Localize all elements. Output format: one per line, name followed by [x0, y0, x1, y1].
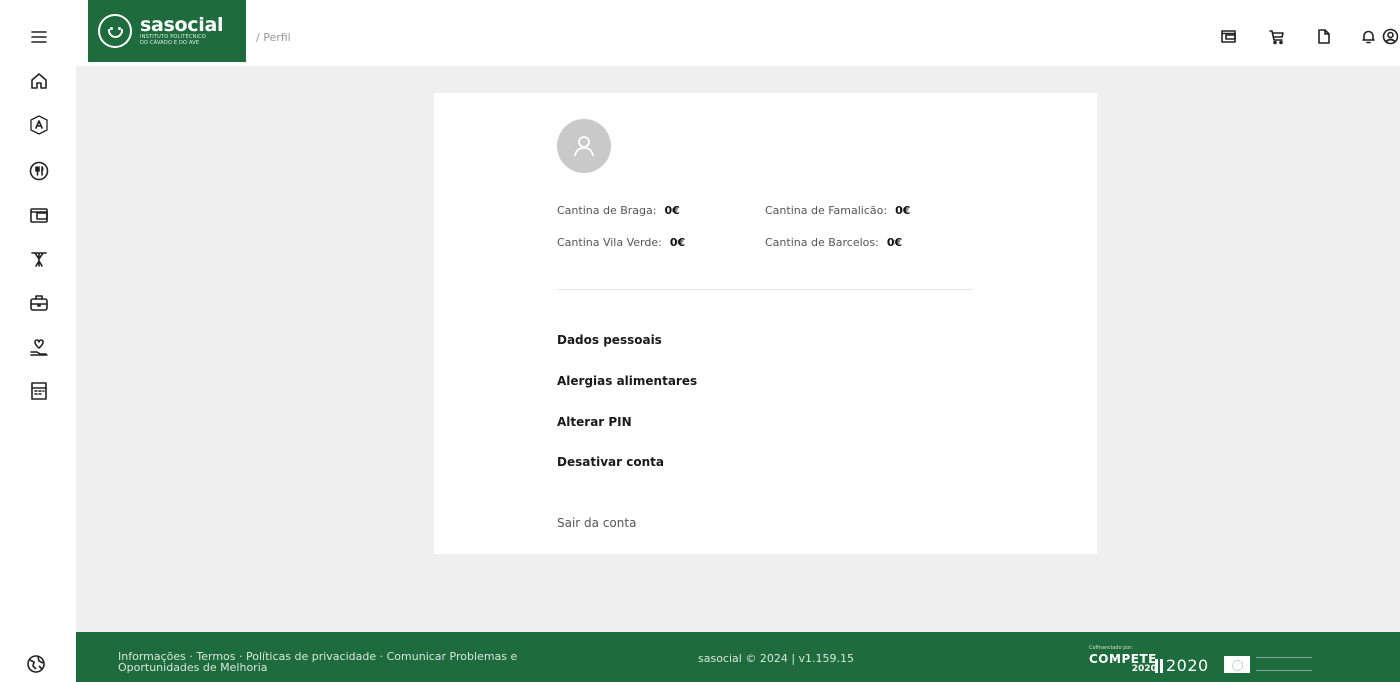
portugal-flag-icon	[1155, 659, 1163, 673]
brand-subtitle-2: DO CÁVADO E DO AVE	[140, 40, 200, 46]
sidebar	[0, 0, 76, 682]
eu-fund-text	[1256, 657, 1312, 671]
funded-by-label: Cofinanciado por:	[1089, 645, 1134, 651]
balance-value: 0€	[886, 236, 903, 249]
wallet-icon[interactable]	[28, 204, 50, 226]
logout-link[interactable]: Sair da conta	[557, 516, 636, 530]
menu-personal-data[interactable]: Dados pessoais	[557, 333, 662, 347]
header-wallet-icon[interactable]	[1220, 28, 1237, 49]
balance-label: Cantina de Barcelos:	[765, 236, 879, 249]
top-header: sasocial INSTITUTO POLITÉCNICO DO CÁVADO…	[76, 0, 1400, 66]
globe-icon[interactable]	[26, 654, 46, 674]
home-icon[interactable]	[28, 70, 50, 92]
balance-famalicao: Cantina de Famalicão: 0€	[765, 204, 910, 217]
food-icon[interactable]	[28, 160, 50, 182]
balance-value: 0€	[895, 204, 911, 217]
compete-logo: COMPETE 2020	[1089, 653, 1157, 674]
portugal2020-logo: 2020	[1155, 656, 1209, 675]
copyright: sasocial © 2024 | v1.159.15	[698, 652, 855, 665]
menu-food-allergies[interactable]: Alergias alimentares	[557, 374, 697, 388]
brand-name: sasocial	[140, 14, 224, 36]
mobility-icon[interactable]	[28, 248, 50, 270]
smiley-logo-icon	[98, 14, 132, 48]
avatar[interactable]	[557, 119, 611, 173]
menu-deactivate-account[interactable]: Desativar conta	[557, 455, 664, 469]
balance-value: 0€	[669, 236, 686, 249]
menu-icon[interactable]	[28, 26, 50, 48]
footer-links: Informações · Termos · Políticas de priv…	[118, 651, 538, 673]
balance-braga: Cantina de Braga: 0€	[557, 204, 680, 217]
profile-card: Cantina de Braga: 0€ Cantina de Famalicão…	[434, 93, 1097, 554]
eu-flag-icon	[1224, 656, 1250, 673]
user-avatar-icon	[574, 136, 594, 157]
footer: Informações · Termos · Políticas de priv…	[76, 632, 1400, 682]
balance-barcelos: Cantina de Barcelos: 0€	[765, 236, 902, 249]
user-icon[interactable]	[1382, 28, 1399, 49]
balance-label: Cantina de Famalicão:	[765, 204, 888, 217]
jobs-icon[interactable]	[28, 292, 50, 314]
footer-separator: ·	[376, 650, 387, 663]
accommodation-icon[interactable]	[28, 114, 50, 136]
portugal2020-text: 2020	[1166, 656, 1209, 675]
balance-vila-verde: Cantina Vila Verde: 0€	[557, 236, 685, 249]
divider	[557, 289, 973, 290]
breadcrumb: / Perfil	[256, 31, 291, 44]
bell-icon[interactable]	[1360, 28, 1377, 49]
balance-label: Cantina de Braga:	[557, 204, 657, 217]
social-support-icon[interactable]	[28, 336, 50, 358]
balance-value: 0€	[664, 204, 680, 217]
balance-label: Cantina Vila Verde:	[557, 236, 662, 249]
calendar-icon[interactable]	[28, 380, 50, 402]
menu-change-pin[interactable]: Alterar PIN	[557, 415, 632, 429]
brand-logo[interactable]: sasocial INSTITUTO POLITÉCNICO DO CÁVADO…	[88, 0, 246, 62]
document-icon[interactable]	[1315, 28, 1332, 49]
cart-icon[interactable]	[1268, 28, 1285, 49]
